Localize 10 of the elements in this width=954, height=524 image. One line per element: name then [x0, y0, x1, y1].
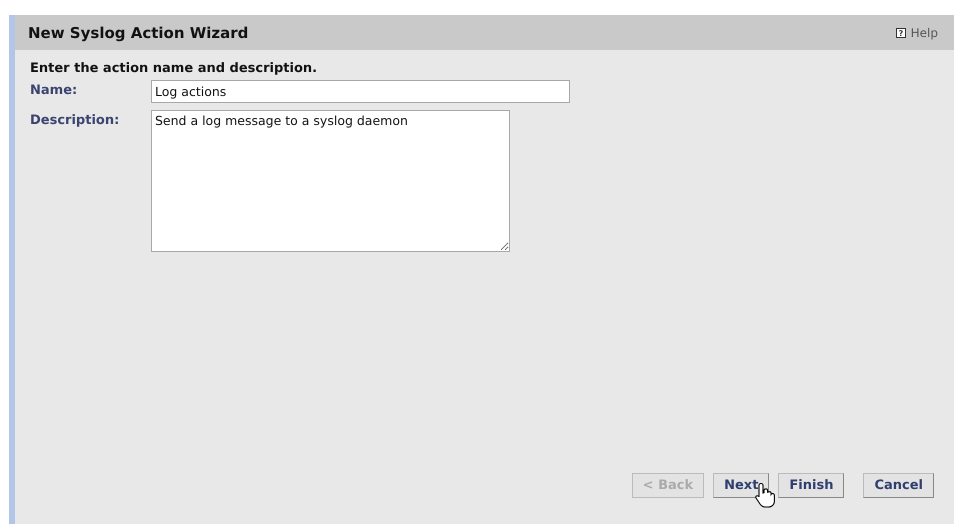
help-link[interactable]: ? Help	[896, 26, 938, 40]
field-label: Description:	[30, 112, 120, 128]
name-field[interactable]: Log actions	[151, 80, 570, 103]
wizard-button[interactable]: Cancel	[863, 473, 934, 498]
description-field[interactable]: Send a log message to a syslog daemon	[151, 110, 510, 252]
field-label: Name:	[30, 82, 78, 98]
instruction-text: Enter the action name and description.	[30, 61, 318, 76]
help-icon: ?	[896, 28, 906, 38]
wizard-button[interactable]: Finish	[778, 473, 844, 498]
window-title: New Syslog Action Wizard	[28, 24, 248, 42]
